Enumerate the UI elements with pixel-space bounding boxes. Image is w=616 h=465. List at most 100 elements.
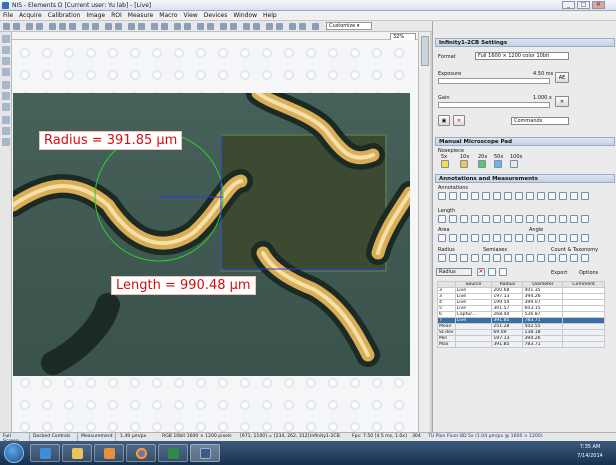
taskbar-media[interactable] bbox=[94, 444, 124, 462]
length-tool-icon[interactable] bbox=[438, 215, 446, 223]
radius-tool-icon[interactable] bbox=[537, 254, 545, 262]
measure-icon[interactable] bbox=[161, 23, 168, 30]
length-tool-icon[interactable] bbox=[537, 215, 545, 223]
radius-tool-icon[interactable] bbox=[438, 254, 446, 262]
taskbar-excel[interactable] bbox=[158, 444, 188, 462]
length-tool-icon[interactable] bbox=[460, 215, 468, 223]
menu-macro[interactable]: Macro bbox=[156, 11, 180, 20]
report-icon[interactable] bbox=[197, 23, 204, 30]
annotation-tool-icon[interactable] bbox=[493, 192, 501, 200]
area-tool-icon[interactable] bbox=[482, 234, 490, 242]
objective-20x-icon[interactable] bbox=[478, 160, 486, 168]
annotation-tool-icon[interactable] bbox=[449, 192, 457, 200]
annotation-tool-icon[interactable] bbox=[482, 192, 490, 200]
menu-roi[interactable]: ROI bbox=[108, 11, 125, 20]
length-tool-icon[interactable] bbox=[515, 215, 523, 223]
copy-icon[interactable] bbox=[488, 268, 496, 276]
zoom-in-icon[interactable] bbox=[59, 23, 66, 30]
annotation-tool-icon[interactable] bbox=[548, 192, 556, 200]
stage-icon[interactable] bbox=[230, 23, 237, 30]
radius-tool-icon[interactable] bbox=[482, 254, 490, 262]
radius-tool-icon[interactable] bbox=[581, 254, 589, 262]
radius-tool-icon[interactable] bbox=[504, 254, 512, 262]
radius-tool-icon[interactable] bbox=[548, 254, 556, 262]
open-icon[interactable] bbox=[3, 23, 10, 30]
length-tool-icon[interactable] bbox=[471, 215, 479, 223]
capture-icon[interactable] bbox=[36, 23, 43, 30]
image-scrollbar[interactable] bbox=[418, 32, 430, 432]
commands-dropdown[interactable]: Commands bbox=[511, 117, 569, 125]
crop-icon[interactable] bbox=[2, 68, 10, 76]
menu-calibration[interactable]: Calibration bbox=[45, 11, 84, 20]
radius-tool-icon[interactable] bbox=[526, 254, 534, 262]
measurement-type-dropdown[interactable]: Radius bbox=[436, 268, 472, 276]
customize-dropdown[interactable]: Customize ▾ bbox=[326, 22, 372, 30]
capture-button[interactable]: ▣ bbox=[438, 115, 450, 126]
contrast-icon[interactable] bbox=[2, 92, 10, 100]
minimize-button[interactable]: _ bbox=[562, 1, 575, 9]
area-tool-icon[interactable] bbox=[559, 234, 567, 242]
options-button[interactable]: Options bbox=[579, 270, 598, 276]
micropad-header[interactable]: Manual Microscope Pad bbox=[435, 137, 615, 146]
length-tool-icon[interactable] bbox=[548, 215, 556, 223]
taskbar-chrome[interactable] bbox=[126, 444, 156, 462]
layers-icon[interactable] bbox=[92, 23, 99, 30]
stop-button[interactable]: ✕ bbox=[453, 115, 465, 126]
color-icon[interactable] bbox=[2, 81, 10, 89]
menu-view[interactable]: View bbox=[180, 11, 200, 20]
database-icon[interactable] bbox=[220, 23, 227, 30]
radius-tool-icon[interactable] bbox=[449, 254, 457, 262]
annotation-tool-icon[interactable] bbox=[515, 192, 523, 200]
length-tool-icon[interactable] bbox=[570, 215, 578, 223]
length-annotation[interactable]: Length = 990.48 µm bbox=[111, 276, 256, 295]
area-tool-icon[interactable] bbox=[493, 234, 501, 242]
annotation-tool-icon[interactable] bbox=[570, 192, 578, 200]
menu-file[interactable]: File bbox=[0, 11, 16, 20]
radius-annotation[interactable]: Radius = 391.85 µm bbox=[39, 131, 183, 150]
overlay-icon[interactable] bbox=[2, 116, 10, 124]
macro-icon[interactable] bbox=[174, 23, 181, 30]
menu-measure[interactable]: Measure bbox=[125, 11, 157, 20]
length-tool-icon[interactable] bbox=[493, 215, 501, 223]
help-icon[interactable] bbox=[312, 23, 319, 30]
channel-icon[interactable] bbox=[2, 103, 10, 111]
gain-slider[interactable] bbox=[438, 102, 550, 108]
objective-100x-icon[interactable] bbox=[510, 160, 518, 168]
objective-10x-icon[interactable] bbox=[460, 160, 468, 168]
objective-5x-icon[interactable] bbox=[441, 160, 449, 168]
ae-button[interactable]: AE bbox=[555, 72, 569, 83]
annotation-tool-icon[interactable] bbox=[526, 192, 534, 200]
area-tool-icon[interactable] bbox=[515, 234, 523, 242]
settings-icon[interactable] bbox=[184, 23, 191, 30]
annotation-tool-icon[interactable] bbox=[504, 192, 512, 200]
annotation-tool-icon[interactable] bbox=[460, 192, 468, 200]
menu-help[interactable]: Help bbox=[260, 11, 280, 20]
length-tool-icon[interactable] bbox=[504, 215, 512, 223]
roi-icon[interactable] bbox=[151, 23, 158, 30]
focus-icon[interactable] bbox=[243, 23, 250, 30]
menu-devices[interactable]: Devices bbox=[201, 11, 231, 20]
close-button[interactable]: ✕ bbox=[592, 1, 605, 9]
radius-tool-icon[interactable] bbox=[493, 254, 501, 262]
annotation-icon[interactable] bbox=[2, 127, 10, 135]
area-tool-icon[interactable] bbox=[548, 234, 556, 242]
length-tool-icon[interactable] bbox=[559, 215, 567, 223]
area-tool-icon[interactable] bbox=[449, 234, 457, 242]
start-button[interactable] bbox=[4, 443, 24, 463]
exposure-slider[interactable] bbox=[438, 78, 550, 84]
area-tool-icon[interactable] bbox=[537, 234, 545, 242]
grid-icon[interactable] bbox=[138, 23, 145, 30]
menu-window[interactable]: Window bbox=[230, 11, 260, 20]
annotation-tool-icon[interactable] bbox=[559, 192, 567, 200]
export-button[interactable]: Export bbox=[551, 270, 567, 276]
area-tool-icon[interactable] bbox=[460, 234, 468, 242]
light-icon[interactable] bbox=[276, 23, 283, 30]
delete-icon[interactable]: ✕ bbox=[477, 268, 485, 276]
length-tool-icon[interactable] bbox=[482, 215, 490, 223]
scrollbar-thumb[interactable] bbox=[421, 36, 429, 66]
gain-value[interactable]: 1.000 x bbox=[533, 95, 552, 101]
annotation-tool-icon[interactable] bbox=[581, 192, 589, 200]
area-tool-icon[interactable] bbox=[438, 234, 446, 242]
annotation-tool-icon[interactable] bbox=[438, 192, 446, 200]
area-tool-icon[interactable] bbox=[570, 234, 578, 242]
